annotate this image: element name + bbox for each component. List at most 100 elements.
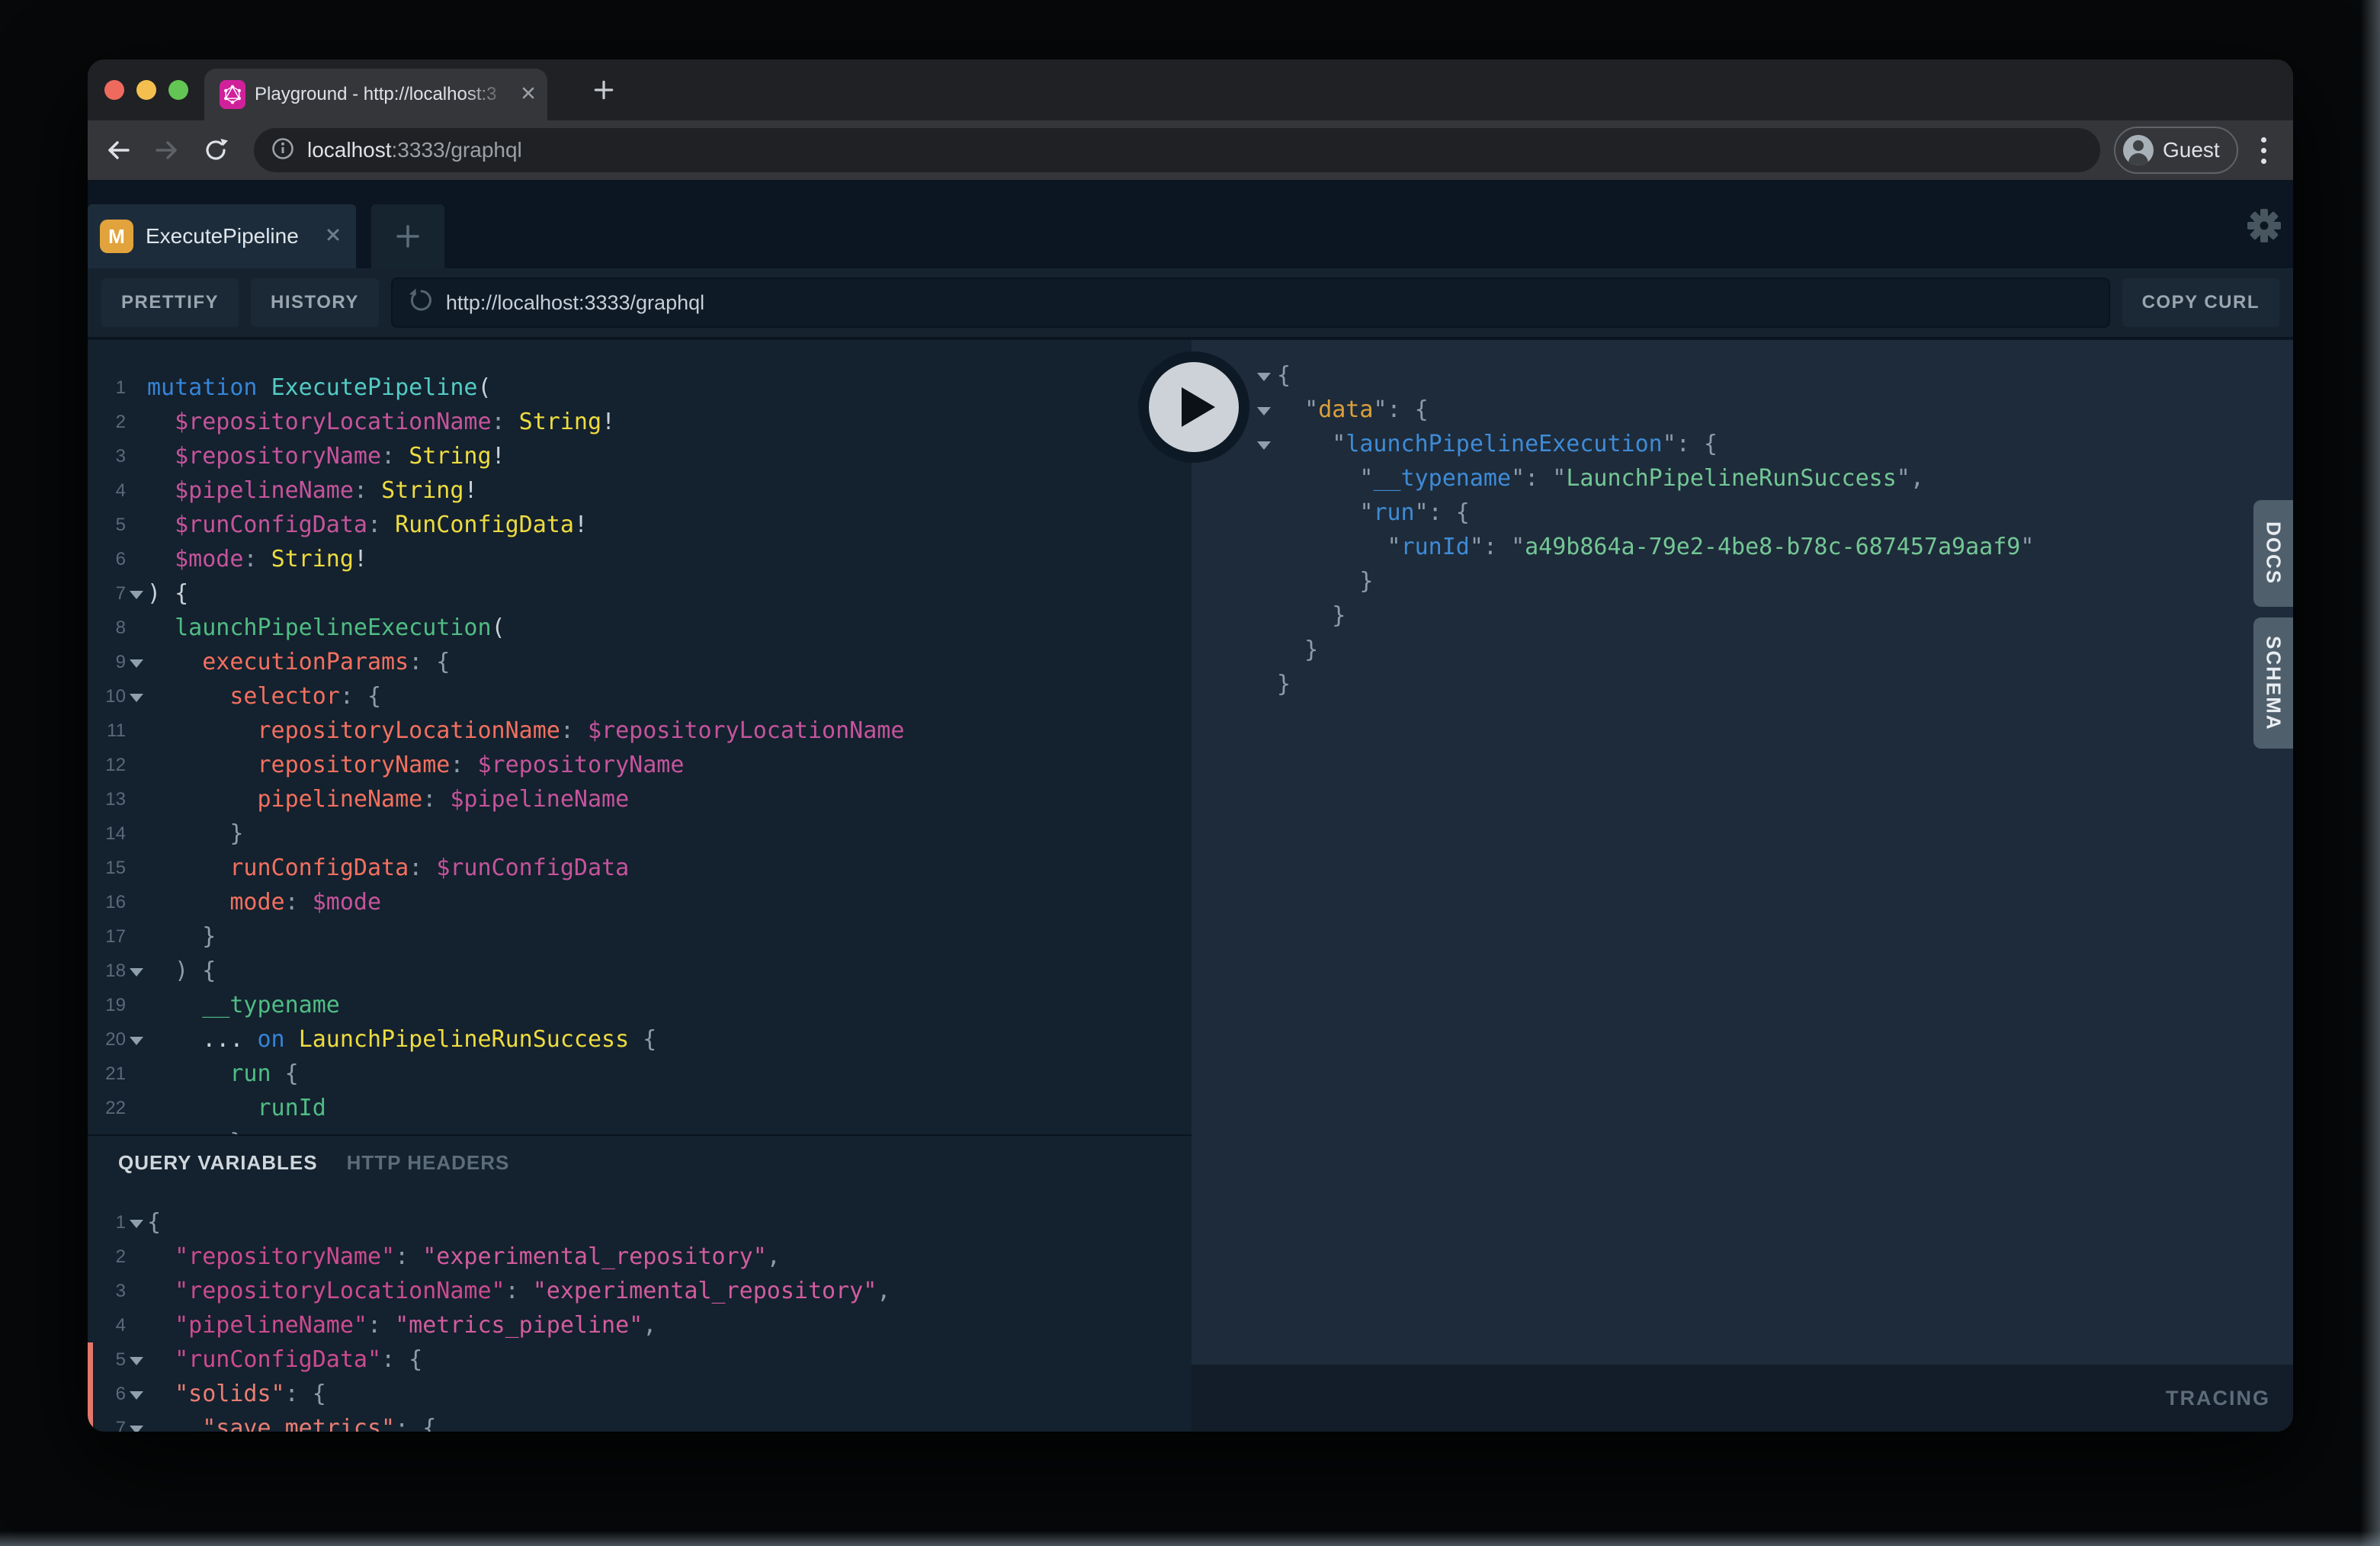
code-line[interactable]: 3 "repositoryLocationName": "experimenta… [88,1274,1192,1308]
code-line[interactable]: 17 } [88,919,1192,954]
code-text: "run": { [1277,496,1470,530]
code-line[interactable]: 1mutation ExecutePipeline( [88,370,1192,405]
code-line[interactable]: 18 ) { [88,954,1192,988]
code-line[interactable]: 15 runConfigData: $runConfigData [88,851,1192,885]
variables-editor[interactable]: 1{2 "repositoryName": "experimental_repo… [88,1205,1192,1432]
fold-arrow-icon[interactable] [126,576,147,611]
code-text: runConfigData: $runConfigData [147,851,629,885]
code-line[interactable]: 13 pipelineName: $pipelineName [88,782,1192,816]
code-line[interactable]: } [1192,564,2293,598]
schema-tab[interactable]: SCHEMA [2253,617,2293,749]
code-line[interactable]: 3 $repositoryName: String! [88,439,1192,473]
code-line[interactable]: 12 repositoryName: $repositoryName [88,748,1192,782]
playground-tab-close-icon[interactable] [322,224,344,249]
browser-menu-icon[interactable] [2261,134,2266,166]
query-editor[interactable]: 1mutation ExecutePipeline(2 $repositoryL… [88,340,1192,1134]
fold-arrow-icon[interactable] [126,1205,147,1240]
fold-arrow-icon[interactable] [126,1377,147,1411]
docs-tab[interactable]: DOCS [2253,500,2293,607]
copy-curl-button[interactable]: COPY CURL [2122,278,2279,327]
traffic-light-minimize[interactable] [136,80,156,100]
code-line[interactable]: "data": { [1192,393,2293,427]
code-line[interactable]: 4 $pipelineName: String! [88,473,1192,508]
settings-gear-icon[interactable] [2246,207,2282,244]
fold-arrow-icon[interactable] [126,679,147,714]
code-line[interactable]: 16 mode: $mode [88,885,1192,919]
history-button[interactable]: HISTORY [251,278,379,327]
code-line[interactable]: 4 "pipelineName": "metrics_pipeline", [88,1308,1192,1342]
line-number: 22 [88,1091,126,1125]
fold-arrow-icon[interactable] [126,954,147,988]
browser-tab[interactable]: Playground - http://localhost:3 [204,69,547,120]
prettify-button[interactable]: PRETTIFY [101,278,239,327]
fold-gutter [126,370,147,405]
code-line[interactable]: { [1192,358,2293,393]
fold-arrow-icon[interactable] [126,645,147,679]
code-text: run { [147,1057,299,1091]
code-line[interactable]: "runId": "a49b864a-79e2-4be8-b78c-687457… [1192,530,2293,564]
fold-arrow-icon[interactable] [1251,393,1277,427]
info-icon[interactable] [271,136,295,165]
fold-gutter [126,1091,147,1125]
code-line[interactable]: "run": { [1192,496,2293,530]
playground-new-tab-button[interactable] [371,204,444,268]
execute-button[interactable] [1138,351,1249,463]
background-haze-right [2360,0,2380,1546]
code-line[interactable]: 23 } [88,1125,1192,1134]
tracing-label[interactable]: TRACING [2166,1387,2270,1410]
code-line[interactable]: 21 run { [88,1057,1192,1091]
code-line[interactable]: 19 __typename [88,988,1192,1022]
code-line[interactable]: } [1192,667,2293,701]
playground-toolbar: PRETTIFY HISTORY http://localhost:3333/g… [88,268,2293,338]
code-line[interactable]: "launchPipelineExecution": { [1192,427,2293,461]
code-text: "pipelineName": "metrics_pipeline", [147,1308,656,1342]
code-line[interactable]: 2 $repositoryLocationName: String! [88,405,1192,439]
code-line[interactable]: } [1192,598,2293,633]
code-line[interactable]: 14 } [88,816,1192,851]
traffic-light-close[interactable] [104,80,124,100]
code-line[interactable]: 22 runId [88,1091,1192,1125]
code-line[interactable]: 5 $runConfigData: RunConfigData! [88,508,1192,542]
line-number: 20 [88,1022,126,1057]
code-line[interactable]: 2 "repositoryName": "experimental_reposi… [88,1240,1192,1274]
tab-http-headers[interactable]: HTTP HEADERS [347,1151,510,1175]
code-text: selector: { [147,679,381,714]
code-line[interactable]: 20 ... on LaunchPipelineRunSuccess { [88,1022,1192,1057]
code-line[interactable]: 5 "runConfigData": { [88,1342,1192,1377]
url-bar[interactable]: localhost:3333/graphql [254,128,2100,172]
playground-tab-executepipeline[interactable]: M ExecutePipeline [88,204,356,268]
code-line[interactable]: "__typename": "LaunchPipelineRunSuccess"… [1192,461,2293,496]
code-line[interactable]: 9 executionParams: { [88,645,1192,679]
fold-arrow-icon[interactable] [126,1022,147,1057]
code-line[interactable]: } [1192,633,2293,667]
code-line[interactable]: 10 selector: { [88,679,1192,714]
code-line[interactable]: 7 "save_metrics": { [88,1411,1192,1432]
code-line[interactable]: 1{ [88,1205,1192,1240]
code-line[interactable]: 7) { [88,576,1192,611]
line-number: 2 [88,405,126,439]
fold-arrow-icon[interactable] [126,1342,147,1377]
new-tab-button[interactable] [585,72,622,108]
code-line[interactable]: 6 $mode: String! [88,542,1192,576]
profile-button[interactable]: Guest [2114,127,2238,174]
code-line[interactable]: 6 "solids": { [88,1377,1192,1411]
fold-gutter [1251,530,1277,564]
fold-gutter [126,885,147,919]
forward-icon[interactable] [153,136,181,164]
response-viewer[interactable]: { "data": { "launchPipelineExecution": {… [1192,340,2293,701]
code-line[interactable]: 11 repositoryLocationName: $repositoryLo… [88,714,1192,748]
fold-arrow-icon[interactable] [1251,358,1277,393]
code-line[interactable]: 8 launchPipelineExecution( [88,611,1192,645]
endpoint-url: http://localhost:3333/graphql [446,291,704,315]
endpoint-input[interactable]: http://localhost:3333/graphql [391,277,2110,328]
browser-toolbar: localhost:3333/graphql Guest [88,120,2293,180]
tab-close-icon[interactable] [518,83,538,107]
fold-arrow-icon[interactable] [126,1411,147,1432]
back-icon[interactable] [104,136,132,164]
fold-arrow-icon[interactable] [1251,427,1277,461]
reload-icon[interactable] [202,136,229,164]
tab-query-variables[interactable]: QUERY VARIABLES [118,1151,318,1175]
code-text: "runConfigData": { [147,1342,422,1377]
traffic-light-zoom[interactable] [168,80,188,100]
line-number: 8 [88,611,126,645]
